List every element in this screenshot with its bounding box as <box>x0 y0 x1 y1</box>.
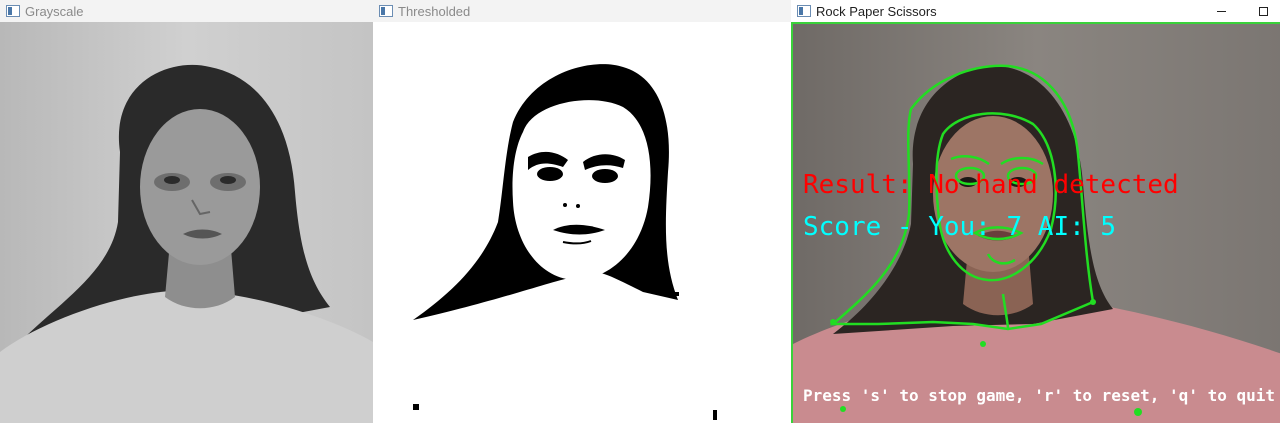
window-title: Rock Paper Scissors <box>816 3 937 19</box>
opencv-window-icon <box>6 5 20 17</box>
thresholded-window[interactable]: Thresholded <box>373 0 791 423</box>
window-title: Grayscale <box>25 3 84 19</box>
grayscale-window[interactable]: Grayscale <box>0 0 373 423</box>
minimize-icon <box>1216 10 1226 12</box>
opencv-window-icon <box>379 5 393 17</box>
help-text: Press 's' to stop game, 'r' to reset, 'q… <box>803 386 1276 405</box>
grayscale-titlebar[interactable]: Grayscale <box>0 0 373 22</box>
rps-titlebar[interactable]: Rock Paper Scissors <box>791 0 1280 22</box>
opencv-window-icon <box>797 5 811 17</box>
thresholded-titlebar[interactable]: Thresholded <box>373 0 791 22</box>
thresholded-video-frame <box>373 22 791 423</box>
score-text: Score - You: 7 AI: 5 <box>803 212 1117 242</box>
rps-video-frame: Result: No hand detected Score - You: 7 … <box>791 22 1280 423</box>
rps-window[interactable]: Rock Paper Scissors Result: No hand dete… <box>791 0 1280 423</box>
maximize-button[interactable] <box>1246 0 1280 22</box>
window-title: Thresholded <box>398 3 471 19</box>
maximize-icon <box>1258 6 1268 16</box>
minimize-button[interactable] <box>1204 0 1238 22</box>
grayscale-video-frame <box>0 22 373 423</box>
result-text: Result: No hand detected <box>803 170 1179 200</box>
